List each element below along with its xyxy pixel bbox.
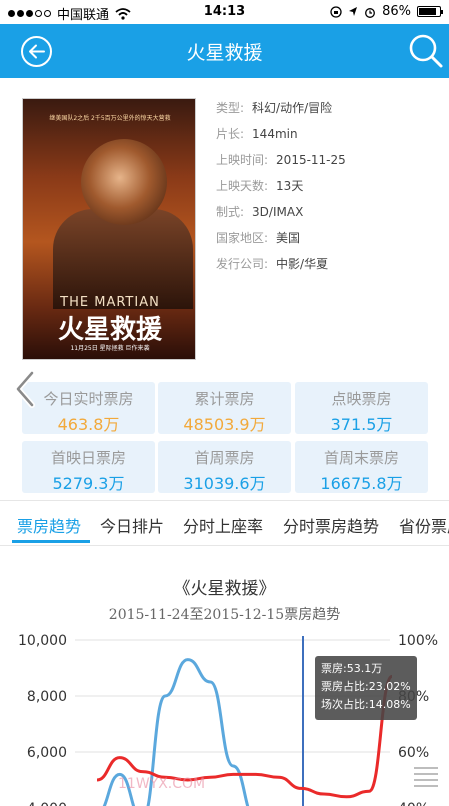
tab-province[interactable]: 省份票房 [399, 513, 449, 537]
menu-icon[interactable] [411, 764, 441, 788]
info-row: 国家地区: 美国 [216, 230, 441, 256]
info-key: 类型: [216, 101, 245, 115]
stat-preview[interactable]: 点映票房 371.5万 [295, 382, 428, 434]
stat-label: 累计票房 [194, 390, 255, 408]
tab-today-schedule[interactable]: 今日排片 [100, 513, 164, 537]
stat-value: 5279.3万 [52, 474, 125, 493]
stat-value: 463.8万 [57, 415, 120, 434]
stat-value: 16675.8万 [320, 474, 403, 493]
stat-label: 今日实时票房 [43, 390, 134, 408]
info-row: 上映时间: 2015-11-25 [216, 152, 441, 178]
info-value: 3D/IMAX [252, 205, 304, 219]
stat-first-weekend[interactable]: 首周末票房 16675.8万 [295, 441, 428, 493]
poster-release: 11月25日 星际拯救 巨作来袭 [70, 345, 150, 352]
info-key: 发行公司: [216, 257, 269, 271]
y-tick-label: 4,000 [27, 801, 67, 806]
watermark: 11WYX.COM [118, 776, 206, 792]
poster-helmet [81, 139, 167, 225]
chart-title: 《火星救援》 [173, 579, 276, 599]
battery-percent: 86% [382, 4, 411, 19]
alarm-icon [365, 7, 376, 18]
stat-label: 首周票房 [194, 449, 255, 467]
poster-chinese-title: 火星救援 [57, 315, 162, 345]
movie-poster[interactable]: 继美国队2之后 2千5百万公里外的惊天大营救 THE MARTIAN 火星救援 … [22, 98, 196, 360]
tooltip-line: 场次占比:14.08% [321, 698, 411, 711]
stat-label: 首映日票房 [50, 449, 126, 467]
info-value: 中影/华夏 [276, 257, 329, 271]
info-value: 144min [252, 127, 298, 141]
battery-fill [419, 8, 437, 15]
info-value: 13天 [276, 179, 304, 193]
stat-today-realtime[interactable]: 今日实时票房 463.8万 [22, 382, 155, 434]
y-tick-label: 10,000 [18, 633, 67, 649]
info-value: 2015-11-25 [276, 153, 346, 167]
movie-info: 类型: 科幻/动作/冒险 片长: 144min 上映时间: 2015-11-25 上映… [216, 100, 441, 282]
info-row: 片长: 144min [216, 126, 441, 152]
info-key: 制式: [216, 205, 245, 219]
status-bar: 中国联通 14:13 86% [0, 0, 449, 24]
y-tick-label: 8,000 [27, 689, 67, 705]
stat-opening-day[interactable]: 首映日票房 5279.3万 [22, 441, 155, 493]
tooltip-line: 票房占比:23.02% [321, 680, 411, 693]
stat-first-week[interactable]: 首周票房 31039.6万 [158, 441, 291, 493]
stat-value: 48503.9万 [183, 415, 266, 434]
battery-icon [417, 6, 443, 17]
y2-tick-label: 40% [398, 801, 429, 806]
page-title: 火星救援 [186, 42, 263, 64]
stat-cumulative[interactable]: 累计票房 48503.9万 [158, 382, 291, 434]
tab-hourly-occupancy[interactable]: 分时上座率 [183, 513, 263, 537]
stat-label: 首周末票房 [323, 449, 399, 467]
info-row: 类型: 科幻/动作/冒险 [216, 100, 441, 126]
tab-hourly-trend[interactable]: 分时票房趋势 [283, 513, 379, 537]
stat-value: 371.5万 [330, 415, 393, 434]
poster-english-title: THE MARTIAN [60, 295, 160, 310]
search-button[interactable] [408, 33, 444, 69]
info-key: 上映时间: [216, 153, 269, 167]
active-tab-indicator [12, 540, 90, 543]
app-root: 中国联通 14:13 86% 火星救援 继美国队2之后 2千5百万公里外的惊天大… [0, 0, 449, 806]
chevron-left-icon[interactable] [12, 370, 38, 408]
info-value: 美国 [276, 231, 301, 245]
chart-tooltip: 票房:53.1万 票房占比:23.02% 场次占比:14.08% [315, 656, 417, 720]
info-row: 制式: 3D/IMAX [216, 204, 441, 230]
nav-bar: 火星救援 [0, 24, 449, 78]
y2-tick-label: 100% [398, 633, 438, 649]
info-row: 上映天数: 13天 [216, 178, 441, 204]
tooltip-line: 票房:53.1万 [321, 662, 383, 675]
search-icon [409, 34, 443, 68]
info-row: 发行公司: 中影/华夏 [216, 256, 441, 282]
info-value: 科幻/动作/冒险 [252, 101, 333, 115]
info-key: 国家地区: [216, 231, 269, 245]
location-icon [349, 6, 358, 16]
stat-value: 31039.6万 [183, 474, 266, 493]
status-right: 86% [330, 4, 443, 19]
stat-label: 点映票房 [331, 390, 392, 408]
y2-tick-label: 60% [398, 745, 429, 761]
tab-box-office-trend[interactable]: 票房趋势 [17, 513, 81, 537]
poster-tagline: 继美国队2之后 2千5百万公里外的惊天大营救 [49, 115, 171, 122]
y-tick-label: 6,000 [27, 745, 67, 761]
info-key: 片长: [216, 127, 245, 141]
info-key: 上映天数: [216, 179, 269, 193]
rotation-lock-icon [330, 5, 342, 18]
